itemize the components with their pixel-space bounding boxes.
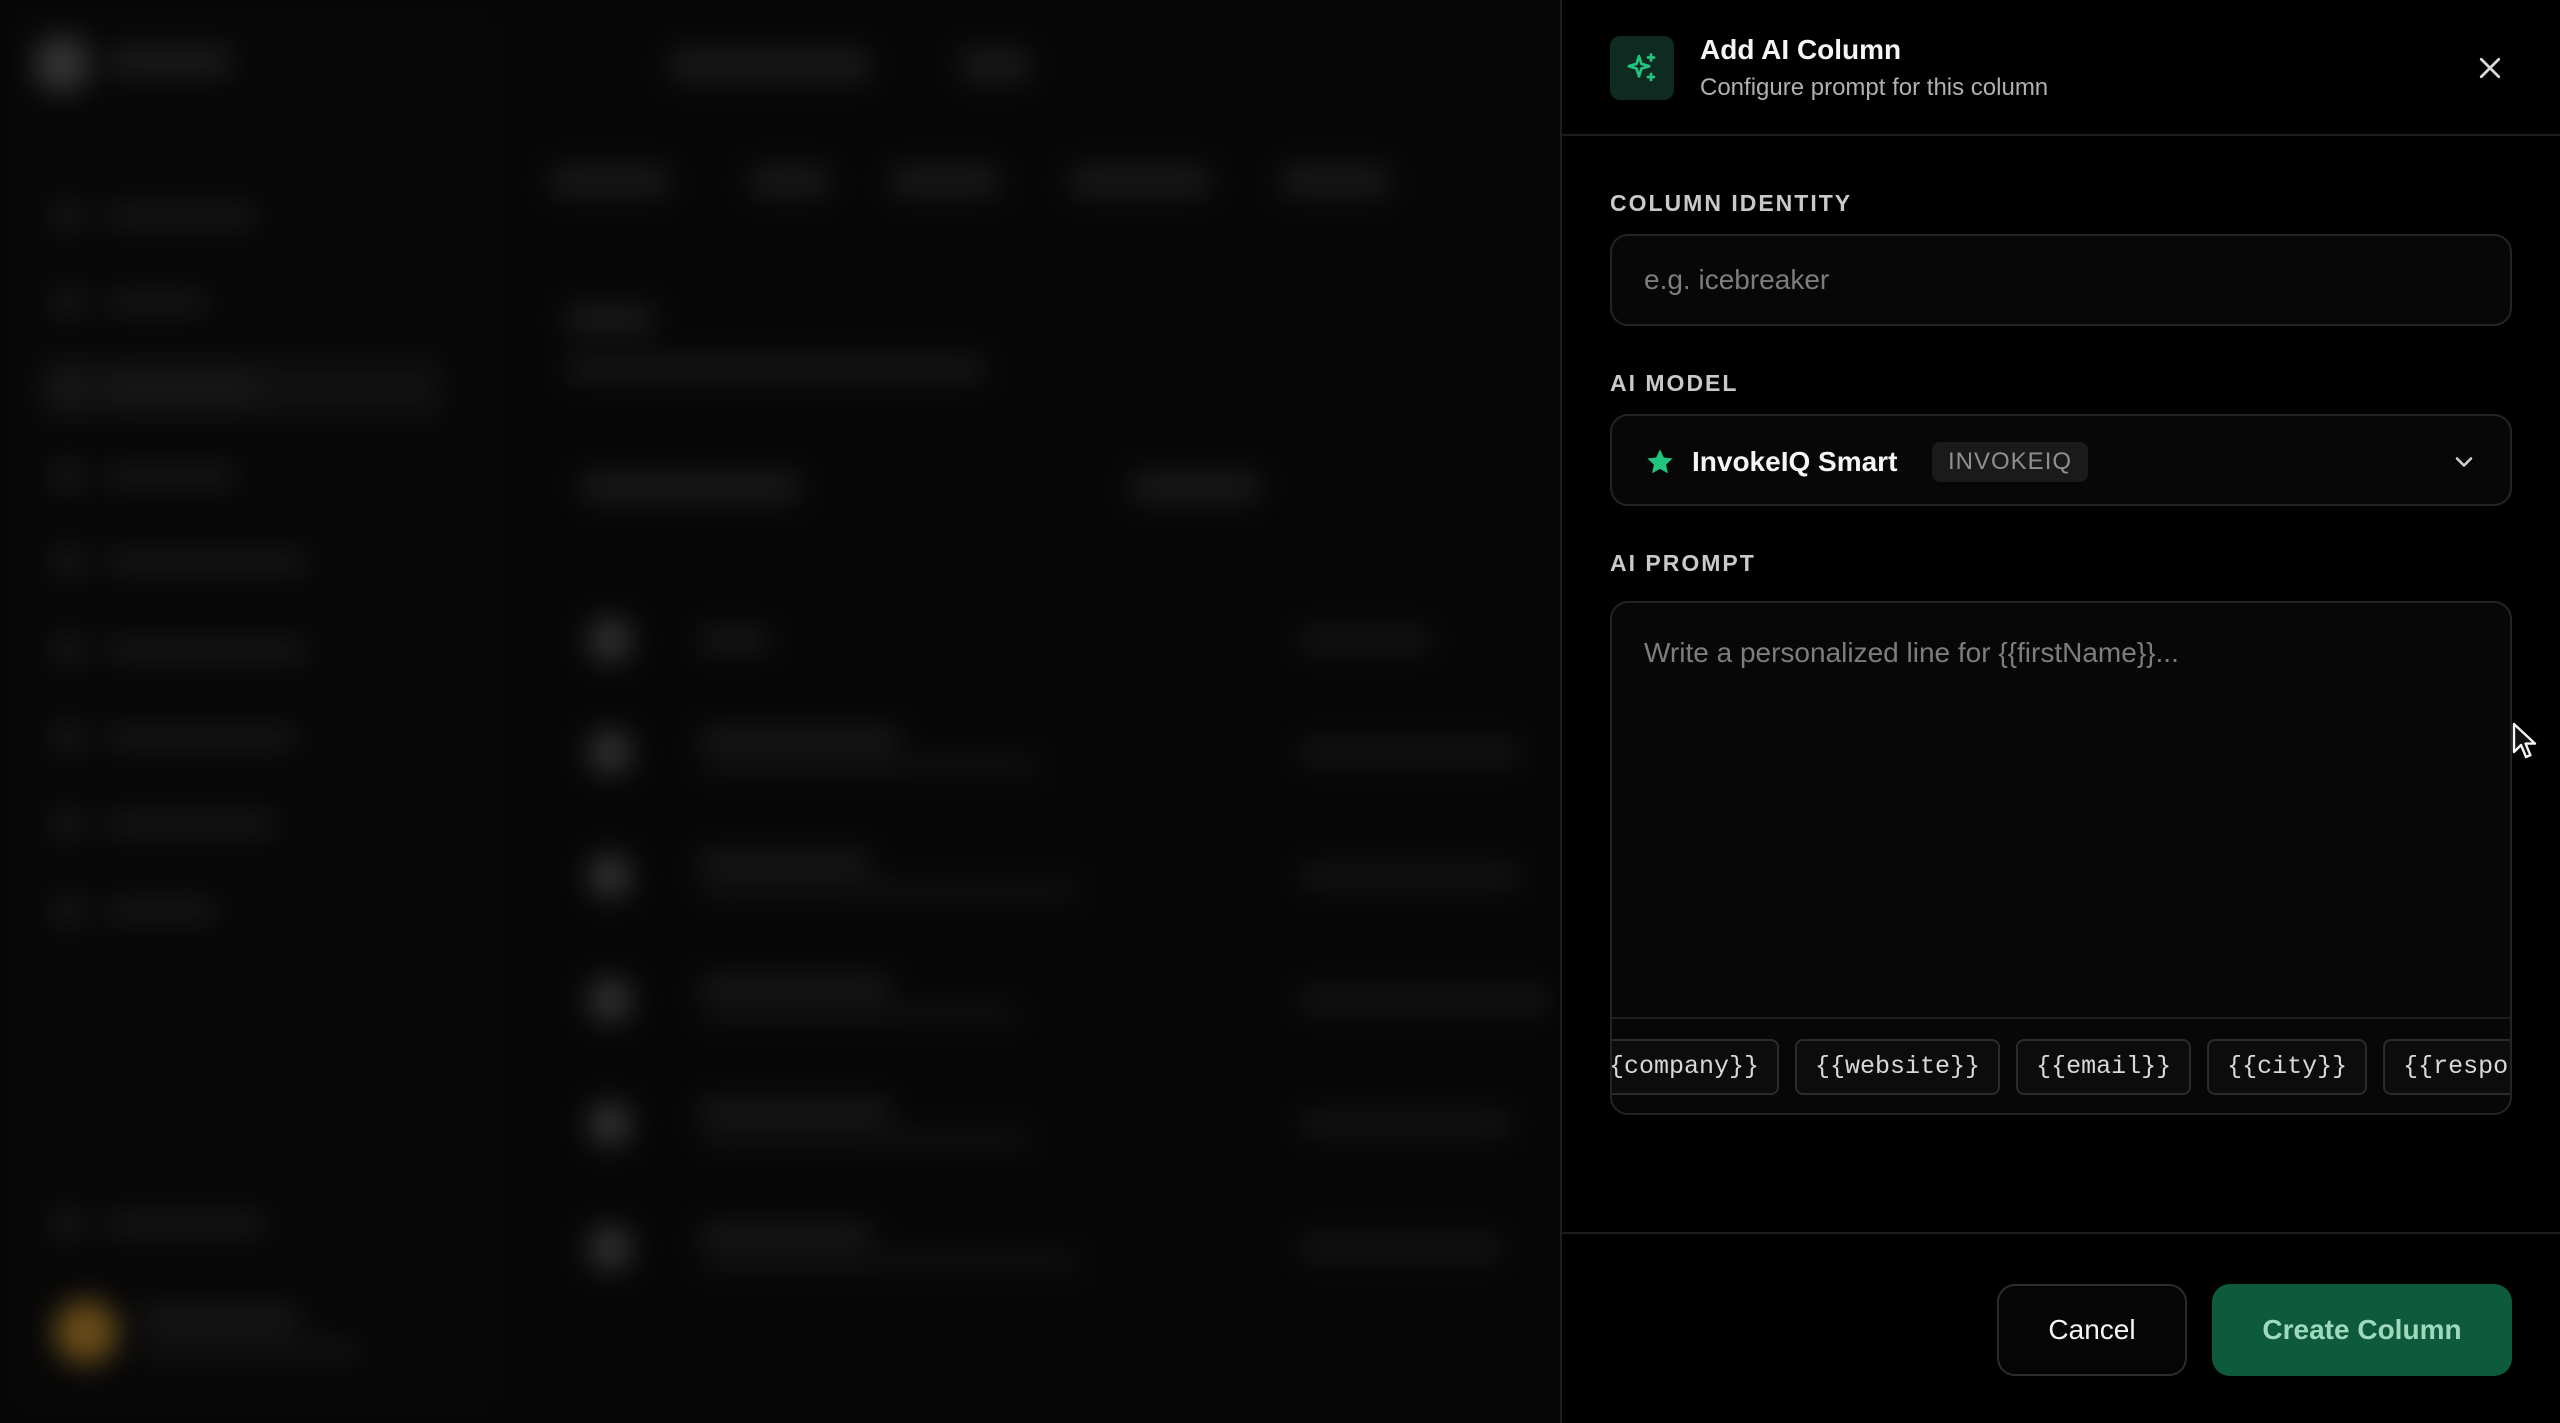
add-ai-column-panel: Add AI Column Configure prompt for this … (1560, 0, 2560, 1423)
background-search (580, 472, 800, 502)
background-blur-layer (0, 0, 1560, 1423)
background-avatar (54, 1300, 118, 1364)
background-breadcrumb (960, 48, 1030, 82)
background-table-row (580, 1084, 1560, 1164)
variable-chip-city[interactable]: {{city}} (2207, 1039, 2368, 1095)
ai-prompt-box: {{company}} {{website}} {{email}} {{city… (1610, 601, 2512, 1115)
variable-chip-email[interactable]: {{email}} (2016, 1039, 2192, 1095)
background-nav-item (40, 446, 440, 506)
close-button[interactable] (2460, 38, 2520, 98)
background-nav-item (40, 880, 440, 940)
mouse-cursor-icon (2512, 722, 2537, 759)
background-app (0, 0, 1560, 1423)
background-nav-item (40, 620, 440, 680)
background-breadcrumb (670, 48, 870, 82)
background-logo (34, 36, 90, 92)
variable-chip-bar[interactable]: {{company}} {{website}} {{email}} {{city… (1612, 1017, 2510, 1113)
variable-chip-response[interactable]: {{response}} (2383, 1039, 2510, 1095)
background-filter (1130, 472, 1260, 502)
background-tab (550, 166, 670, 196)
close-icon (2479, 57, 2501, 79)
background-table-row (580, 836, 1560, 916)
background-tab (750, 166, 830, 196)
background-tab (1280, 166, 1390, 196)
background-user-name (140, 1308, 300, 1328)
variable-chip-company[interactable]: {{company}} (1612, 1039, 1780, 1095)
background-nav-item (40, 794, 440, 854)
background-nav-item (40, 1194, 440, 1254)
chevron-down-icon (2455, 457, 2473, 467)
background-user-email (140, 1342, 360, 1358)
ai-model-label: AI MODEL (1610, 370, 1739, 396)
sparkles-icon (1610, 36, 1674, 100)
panel-subtitle: Configure prompt for this column (1700, 74, 2049, 101)
background-heading (565, 304, 655, 334)
background-tab (890, 166, 1000, 196)
cancel-button[interactable]: Cancel (1997, 1284, 2187, 1376)
background-nav-item (40, 186, 440, 246)
star-icon (1647, 449, 1673, 474)
variable-chip-track: {{company}} {{website}} {{email}} {{city… (1612, 1039, 2510, 1095)
background-table-row (580, 1208, 1560, 1288)
column-identity-label: COLUMN IDENTITY (1610, 190, 1853, 216)
background-subheading (565, 358, 985, 380)
panel-header: Add AI Column Configure prompt for this … (1562, 0, 2560, 136)
background-tab (1070, 166, 1210, 196)
ai-model-select[interactable]: InvokeIQ Smart INVOKEIQ (1610, 414, 2512, 506)
background-nav-item (40, 532, 440, 592)
ai-prompt-label: AI PROMPT (1610, 550, 1756, 576)
background-sidebar (0, 0, 490, 1423)
background-nav-item (40, 272, 440, 332)
panel-title: Add AI Column (1700, 34, 1902, 65)
background-main (490, 0, 1560, 1423)
background-table-row (580, 960, 1560, 1040)
background-table-header (580, 600, 1560, 680)
background-nav-item-active (40, 358, 440, 418)
panel-footer: Cancel Create Column (1562, 1232, 2560, 1423)
ai-model-provider-badge: INVOKEIQ (1932, 442, 2089, 482)
background-table-row (580, 712, 1560, 792)
variable-chip-website[interactable]: {{website}} (1795, 1039, 2001, 1095)
create-column-button[interactable]: Create Column (2212, 1284, 2512, 1376)
background-logo-text (110, 48, 230, 74)
ai-model-name: InvokeIQ Smart (1692, 446, 1898, 477)
ai-prompt-textarea[interactable] (1612, 603, 2510, 1017)
column-identity-input[interactable] (1610, 234, 2512, 326)
background-nav-item (40, 708, 440, 768)
